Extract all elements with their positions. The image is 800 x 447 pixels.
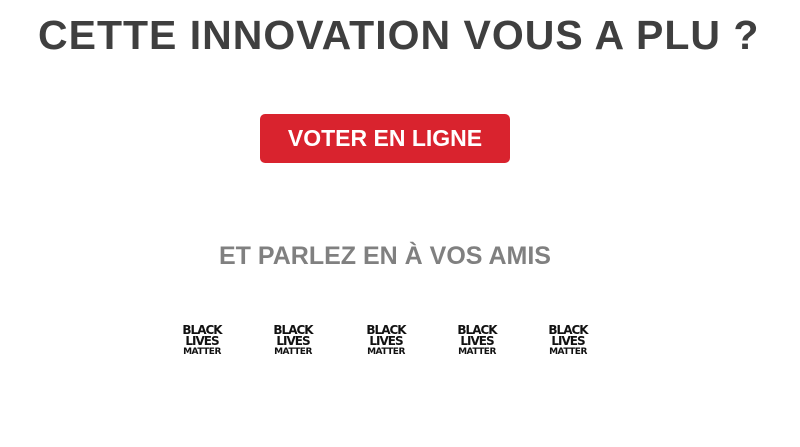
share-icon-line3: MATTER [183,346,221,357]
share-icon-line2: LIVES [276,333,310,348]
share-icon-line3: MATTER [549,346,587,357]
share-icons-row: BLACK LIVES MATTER BLACK LIVES MATTER BL… [0,322,800,362]
share-icon-line2: LIVES [185,333,219,348]
black-lives-matter-icon[interactable]: BLACK LIVES MATTER [363,322,409,360]
vote-online-button[interactable]: VOTER EN LIGNE [260,114,510,163]
share-icon-line2: LIVES [369,333,403,348]
black-lives-matter-icon[interactable]: BLACK LIVES MATTER [179,322,225,360]
share-icon-line3: MATTER [458,346,496,357]
black-lives-matter-icon[interactable]: BLACK LIVES MATTER [545,322,591,360]
page-title: CETTE INNOVATION VOUS A PLU ? [38,12,760,58]
share-icon-line2: LIVES [460,333,494,348]
share-heading: ET PARLEZ EN À VOS AMIS [219,242,551,270]
share-icon-line3: MATTER [274,346,312,357]
share-icon-line2: LIVES [551,333,585,348]
black-lives-matter-icon[interactable]: BLACK LIVES MATTER [454,322,500,360]
black-lives-matter-icon[interactable]: BLACK LIVES MATTER [270,322,316,360]
share-icon-line3: MATTER [367,346,405,357]
